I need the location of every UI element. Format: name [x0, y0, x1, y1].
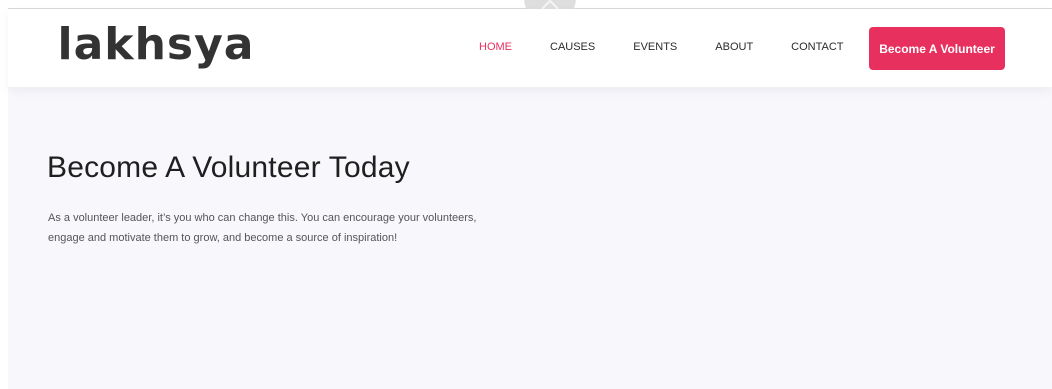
hero-description-line-1: As a volunteer leader, it’s you who can …: [48, 212, 477, 224]
nav-item-about[interactable]: ABOUT: [715, 41, 753, 53]
nav-item-causes[interactable]: CAUSES: [550, 41, 595, 53]
nav-item-contact[interactable]: CONTACT: [791, 41, 843, 53]
hero-title: Become A Volunteer Today: [47, 151, 410, 184]
become-volunteer-button[interactable]: Become A Volunteer: [869, 27, 1005, 70]
nav-item-events[interactable]: EVENTS: [633, 41, 677, 53]
nav-item-home[interactable]: HOME: [479, 41, 512, 53]
hero-description: As a volunteer leader, it’s you who can …: [48, 208, 528, 248]
main-nav: HOME CAUSES EVENTS ABOUT CONTACT: [479, 41, 882, 53]
logo[interactable]: lakhsya: [48, 13, 264, 81]
site-header: lakhsya HOME CAUSES EVENTS ABOUT CONTACT…: [8, 9, 1052, 87]
page: lakhsya HOME CAUSES EVENTS ABOUT CONTACT…: [0, 0, 1052, 389]
logo-text: lakhsya: [57, 19, 255, 70]
hero-description-line-2: engage and motivate them to grow, and be…: [48, 232, 398, 244]
hero-section: Become A Volunteer Today As a volunteer …: [8, 87, 1052, 389]
